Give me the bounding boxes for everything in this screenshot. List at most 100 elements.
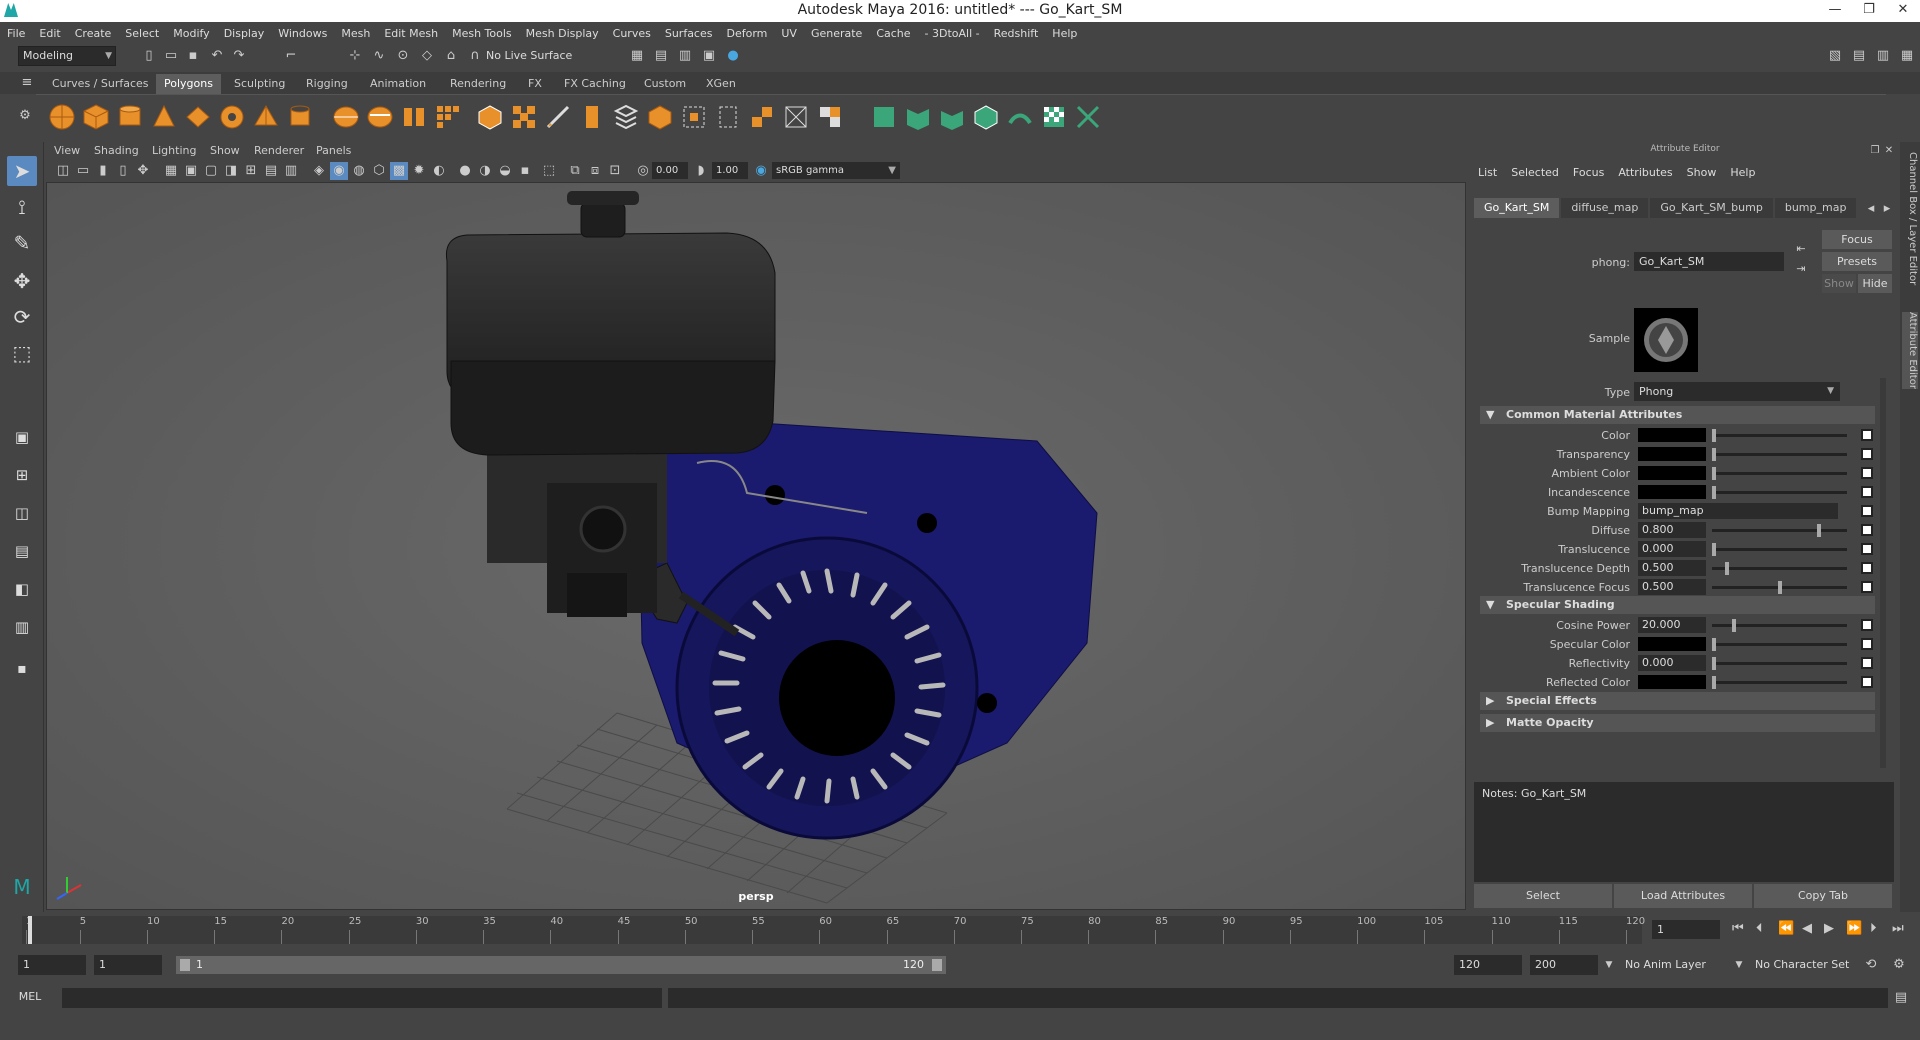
2d-pan-zoom-icon[interactable]: ✥ xyxy=(134,162,152,180)
select-button[interactable]: Select xyxy=(1474,884,1612,908)
slider-handle[interactable] xyxy=(1778,581,1782,594)
motion-blur-icon[interactable]: ◑ xyxy=(476,162,494,180)
snap-live-icon[interactable]: ⌂ xyxy=(442,47,460,65)
bevel-icon[interactable] xyxy=(578,103,606,131)
redo-icon[interactable]: ↷ xyxy=(230,47,248,65)
playback-end-field[interactable]: 120 xyxy=(1454,955,1522,975)
slider-handle[interactable] xyxy=(1712,676,1716,689)
persp-outliner-layout-icon[interactable]: ◫ xyxy=(7,498,37,528)
tab-scroll-right-icon[interactable]: ▸ xyxy=(1878,200,1896,218)
menu-surfaces[interactable]: Surfaces xyxy=(658,27,720,40)
preferences-icon[interactable]: ⚙ xyxy=(1890,956,1908,974)
play-forward-icon[interactable]: ▶ xyxy=(1824,921,1834,936)
tab-sculpting[interactable]: Sculpting xyxy=(226,74,293,94)
chevron-down-icon[interactable]: ▼ xyxy=(1730,956,1748,974)
range-start-handle[interactable] xyxy=(180,959,190,971)
section-matte-opacity[interactable]: ▶ Matte Opacity xyxy=(1480,714,1875,732)
tool-settings-toggle-icon[interactable]: ▦ xyxy=(1898,47,1916,65)
use-default-material-icon[interactable]: ⬡ xyxy=(370,162,388,180)
section-common-material-attributes[interactable]: ▼ Common Material Attributes xyxy=(1480,406,1875,424)
attribute-slider[interactable] xyxy=(1712,638,1847,651)
attribute-value-field[interactable]: 0.800 xyxy=(1638,522,1706,538)
anti-aliasing-icon[interactable]: ◒ xyxy=(496,162,514,180)
attribute-slider[interactable] xyxy=(1712,562,1847,575)
menu-mesh-display[interactable]: Mesh Display xyxy=(519,27,606,40)
menu-display[interactable]: Display xyxy=(217,27,272,40)
show-button[interactable]: Show xyxy=(1822,274,1856,293)
ae-menu-show[interactable]: Show xyxy=(1687,166,1717,179)
attribute-slider[interactable] xyxy=(1712,581,1847,594)
bridge-icon[interactable] xyxy=(510,103,538,131)
menu-help[interactable]: Help xyxy=(1045,27,1084,40)
auto-map-icon[interactable] xyxy=(782,103,810,131)
map-button-icon[interactable] xyxy=(1861,429,1873,441)
render-frame-icon[interactable]: ▤ xyxy=(652,47,670,65)
gamma-field[interactable]: 1.00 xyxy=(712,162,748,179)
four-view-layout-icon[interactable]: ⊞ xyxy=(7,460,37,490)
map-button-icon[interactable] xyxy=(1861,467,1873,479)
field-chart-icon[interactable]: ⊞ xyxy=(242,162,260,180)
color-swatch[interactable] xyxy=(1638,637,1706,651)
perspective-viewport[interactable]: persp xyxy=(46,182,1466,910)
chevron-down-icon[interactable]: ▼ xyxy=(1600,956,1618,974)
slider-handle[interactable] xyxy=(1712,543,1716,556)
xray-components-icon[interactable]: ⊡ xyxy=(606,162,624,180)
slider-handle[interactable] xyxy=(1732,619,1736,632)
poly-box-icon[interactable] xyxy=(646,103,674,131)
notes-area[interactable]: Notes: Go_Kart_SM xyxy=(1474,782,1894,882)
map-button-icon[interactable] xyxy=(1861,581,1873,593)
tab-curves-surfaces[interactable]: Curves / Surfaces xyxy=(44,74,157,94)
resolution-gate-icon[interactable]: ▢ xyxy=(202,162,220,180)
color-swatch[interactable] xyxy=(1638,675,1706,689)
step-forward-key-icon[interactable]: ⏩ xyxy=(1846,921,1862,936)
menu-redshift[interactable]: Redshift xyxy=(987,27,1046,40)
menu-edit[interactable]: Edit xyxy=(32,27,67,40)
snap-grid-icon[interactable]: ⊹ xyxy=(346,47,364,65)
uv-editor-icon[interactable] xyxy=(816,103,844,131)
menuset-dropdown[interactable]: Modeling ▼ xyxy=(18,46,116,66)
hypershade-layout-icon[interactable]: ◧ xyxy=(7,574,37,604)
attribute-value-field[interactable]: 0.000 xyxy=(1638,655,1706,671)
presets-button[interactable]: Presets xyxy=(1822,252,1892,271)
color-swatch[interactable] xyxy=(1638,428,1706,442)
grid-toggle-icon[interactable]: ▦ xyxy=(162,162,180,180)
step-back-icon[interactable]: ⏴ xyxy=(1756,921,1763,936)
combine-icon[interactable] xyxy=(332,103,360,131)
tab-bump-map[interactable]: bump_map xyxy=(1774,198,1857,218)
tab-go-kart-sm-bump[interactable]: Go_Kart_SM_bump xyxy=(1650,198,1773,218)
command-input[interactable] xyxy=(62,988,662,1008)
scale-tool-icon[interactable]: ⬚ xyxy=(7,338,37,368)
gate-mask-icon[interactable]: ◨ xyxy=(222,162,240,180)
uv-cut-icon[interactable] xyxy=(870,103,898,131)
menu-modify[interactable]: Modify xyxy=(166,27,216,40)
shelf-settings-icon[interactable]: ⚙ xyxy=(16,107,34,125)
close-panel-icon[interactable]: ✕ xyxy=(1880,142,1898,160)
safe-title-icon[interactable]: ▥ xyxy=(282,162,300,180)
panel-menu-lighting[interactable]: Lighting xyxy=(152,144,196,157)
select-hierarchy-icon[interactable]: ⌐ xyxy=(282,47,300,65)
attribute-value-field[interactable]: 0.500 xyxy=(1638,560,1706,576)
slider-handle[interactable] xyxy=(1712,657,1716,670)
menu-windows[interactable]: Windows xyxy=(271,27,334,40)
panel-menu-renderer[interactable]: Renderer xyxy=(254,144,304,157)
color-management-icon[interactable]: ◉ xyxy=(752,162,770,180)
maximize-button[interactable]: ❐ xyxy=(1852,0,1886,22)
ae-menu-selected[interactable]: Selected xyxy=(1511,166,1559,179)
shelf-menu-icon[interactable]: ≡ xyxy=(18,74,36,92)
ae-menu-attributes[interactable]: Attributes xyxy=(1618,166,1672,179)
go-to-start-icon[interactable]: ⏮ xyxy=(1732,921,1744,936)
poly-cube-icon[interactable] xyxy=(82,103,110,131)
attribute-slider[interactable] xyxy=(1712,467,1847,480)
close-button[interactable]: ✕ xyxy=(1886,0,1920,22)
film-gate-icon[interactable]: ▣ xyxy=(182,162,200,180)
script-language-label[interactable]: MEL xyxy=(10,990,50,1003)
go-to-end-icon[interactable]: ⏭ xyxy=(1892,921,1904,936)
material-type-dropdown[interactable]: Phong ▼ xyxy=(1634,382,1840,401)
menu-curves[interactable]: Curves xyxy=(606,27,658,40)
map-button-icon[interactable] xyxy=(1861,543,1873,555)
uv-straighten-icon[interactable] xyxy=(1006,103,1034,131)
wireframe-on-shaded-icon[interactable]: ◍ xyxy=(350,162,368,180)
new-scene-icon[interactable]: ▯ xyxy=(140,47,158,65)
multicut-icon[interactable] xyxy=(544,103,572,131)
poly-torus-icon[interactable] xyxy=(218,103,246,131)
